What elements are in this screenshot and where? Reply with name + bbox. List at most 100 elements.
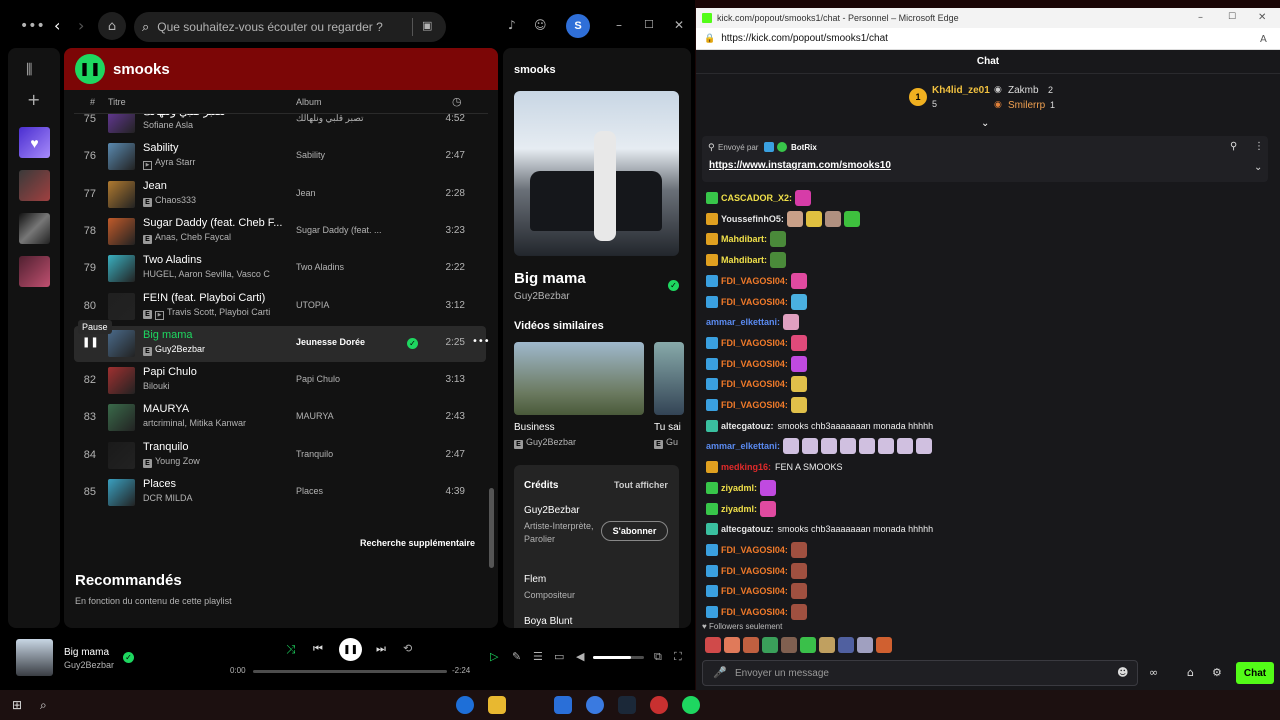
search-input[interactable]: Que souhaitez-vous écouter ou regarder ?	[157, 20, 382, 34]
track-artist-name[interactable]: Bilouki	[143, 381, 170, 391]
more-search-link[interactable]: Recherche supplémentaire	[360, 538, 475, 548]
track-artist-name[interactable]: Ayra Starr	[155, 157, 195, 167]
edge-taskbar-icon[interactable]	[456, 696, 474, 714]
leader-3-name[interactable]: Smilerrp	[1008, 100, 1045, 111]
pause-icon[interactable]: ❚❚	[82, 337, 99, 348]
track-album[interactable]: Jeunesse Dorée	[296, 337, 396, 347]
volume-icon[interactable]: ◀	[576, 650, 584, 663]
track-album[interactable]: Jean	[296, 188, 396, 198]
close-icon[interactable]: ✕	[674, 18, 684, 32]
chat-username[interactable]: FDI_VAGOSI04:	[721, 607, 788, 617]
track-artist-name[interactable]: Sofiane Asla	[143, 120, 193, 130]
pinned-by-user[interactable]: BotRix	[791, 143, 817, 152]
chat-username[interactable]: medking16:	[721, 462, 771, 472]
leader-1-name[interactable]: Kh4lid_ze01	[932, 85, 990, 96]
track-title[interactable]: Jean	[143, 180, 283, 192]
maximize-icon[interactable]: ☐	[644, 18, 654, 31]
track-artist-name[interactable]: HUGEL, Aaron Sevilla, Vasco C	[143, 269, 270, 279]
start-icon[interactable]: ⊞	[12, 698, 22, 712]
track-row[interactable]: 78 Sugar Daddy (feat. Cheb F... E Anas, Che…	[74, 214, 486, 250]
track-album[interactable]: تصبر قلبي ونلهالك	[296, 114, 396, 124]
col-title[interactable]: Titre	[108, 97, 126, 107]
message-input[interactable]: Envoyer un message	[735, 668, 829, 679]
chat-username[interactable]: Mahdibart:	[721, 234, 767, 244]
show-all-link[interactable]: Tout afficher	[614, 480, 668, 490]
search-bar[interactable]: ⌕ Que souhaitez-vous écouter ou regarder…	[134, 12, 446, 42]
quick-emote-icon[interactable]	[838, 637, 854, 653]
player-title[interactable]: Big mama	[64, 647, 109, 658]
chat-username[interactable]: FDI_VAGOSI04:	[721, 400, 788, 410]
track-title[interactable]: Big mama	[143, 329, 283, 341]
pause-button[interactable]: ❚❚	[339, 638, 362, 661]
library-icon[interactable]: ⫼	[26, 62, 32, 78]
avatar[interactable]: S	[566, 14, 590, 38]
expand-leaderboard-icon[interactable]: ⌄	[981, 118, 989, 129]
mic-icon[interactable]: 🎤	[713, 666, 727, 679]
chat-username[interactable]: FDI_VAGOSI04:	[721, 586, 788, 596]
quick-emote-icon[interactable]	[857, 637, 873, 653]
track-title[interactable]: FE!N (feat. Playboi Carti)	[143, 292, 283, 304]
mail-taskbar-icon[interactable]	[554, 696, 572, 714]
chat-username[interactable]: FDI_VAGOSI04:	[721, 359, 788, 369]
track-artist-name[interactable]: Anas, Cheb Faycal	[155, 232, 231, 242]
track-album[interactable]: Places	[296, 486, 396, 496]
fullscreen-icon[interactable]: ⛶	[674, 650, 682, 664]
track-more-icon[interactable]: •••	[472, 336, 490, 347]
minimize-icon[interactable]: –	[616, 18, 622, 32]
track-album[interactable]: Tranquilo	[296, 449, 396, 459]
now-playing-view-icon[interactable]: ▷	[490, 650, 498, 663]
track-row[interactable]: 80 FE!N (feat. Playboi Carti) E ▶ Travis Sco…	[74, 289, 486, 325]
track-album[interactable]: Sugar Daddy (feat. ...	[296, 225, 396, 235]
back-icon[interactable]: ‹	[54, 16, 60, 35]
read-aloud-icon[interactable]: A	[1260, 34, 1267, 45]
track-row[interactable]: 77 Jean E Chaos333 Jean 2:28	[74, 177, 486, 213]
track-title[interactable]: تصبر قلبي ونلهالك	[143, 114, 283, 118]
mini-player-icon[interactable]: ⧉	[654, 650, 662, 664]
taskbar-search-icon[interactable]: ⌕	[40, 698, 47, 713]
track-row[interactable]: ❚❚ Big mama E Guy2Bezbar Jeunesse Dorée ✓ ••• 2…	[74, 325, 490, 362]
quick-emote-icon[interactable]	[743, 637, 759, 653]
edge-minimize-icon[interactable]: –	[1198, 12, 1203, 23]
video-1-title[interactable]: Business	[514, 422, 555, 433]
add-icon[interactable]: +	[27, 90, 40, 109]
edge-url-text[interactable]: https://kick.com/popout/smooks1/chat	[721, 33, 888, 44]
track-album[interactable]: Papi Chulo	[296, 374, 396, 384]
chat-username[interactable]: CASCADOR_X2:	[721, 193, 792, 203]
send-chat-button[interactable]: Chat	[1236, 662, 1274, 684]
liked-check-icon[interactable]: ✓	[668, 280, 679, 291]
friends-icon[interactable]: ☺	[534, 18, 547, 32]
steam-taskbar-icon[interactable]	[618, 696, 636, 714]
player-cover[interactable]	[16, 639, 53, 676]
track-row[interactable]: 83 MAURYA artcriminal, Mitika Kanwar MAURYA…	[74, 400, 486, 436]
browse-icon[interactable]: ▣	[422, 19, 432, 32]
edge-addressbar[interactable]: 🔒 https://kick.com/popout/smooks1/chat A	[696, 28, 1280, 50]
chat-username[interactable]: ziyadml:	[721, 504, 757, 514]
home-icon[interactable]: ⌂	[98, 12, 126, 40]
track-artist-name[interactable]: Travis Scott, Playboi Carti	[167, 307, 270, 317]
chat-username[interactable]: altecgatouz:	[721, 421, 774, 431]
track-row[interactable]: 75 تصبر قلبي ونلهالك Sofiane Asla تصبر قلبي…	[74, 114, 486, 138]
pinned-collapse-icon[interactable]: ⌄	[1254, 162, 1262, 173]
edge-maximize-icon[interactable]: ☐	[1228, 12, 1236, 22]
chat-username[interactable]: FDI_VAGOSI04:	[721, 379, 788, 389]
pinned-link[interactable]: https://www.instagram.com/smooks10	[709, 160, 891, 171]
app-taskbar-icon[interactable]	[586, 696, 604, 714]
track-title[interactable]: Two Aladins	[143, 254, 283, 266]
next-icon[interactable]: ⏭	[376, 642, 386, 656]
volume-slider[interactable]	[593, 656, 644, 659]
leader-2-name[interactable]: Zakmb	[1008, 85, 1039, 96]
playlist-cover-2[interactable]	[19, 213, 50, 244]
quick-emote-icon[interactable]	[781, 637, 797, 653]
more-icon[interactable]: •••	[20, 18, 45, 34]
message-input-box[interactable]: 🎤 Envoyer un message ☻	[702, 660, 1138, 686]
repeat-icon[interactable]: ⟲	[403, 642, 412, 655]
lyrics-icon[interactable]: ✎	[512, 650, 521, 663]
chat-username[interactable]: FDI_VAGOSI04:	[721, 297, 788, 307]
track-liked-icon[interactable]: ✓	[407, 337, 418, 349]
chat-username[interactable]: YoussefinhO5:	[721, 214, 784, 224]
track-title[interactable]: MAURYA	[143, 403, 283, 415]
track-artist-name[interactable]: DCR MILDA	[143, 493, 193, 503]
chat-username[interactable]: ammar_elkettani:	[706, 317, 780, 327]
player-artist[interactable]: Guy2Bezbar	[64, 660, 114, 670]
playlist-cover-1[interactable]	[19, 170, 50, 201]
